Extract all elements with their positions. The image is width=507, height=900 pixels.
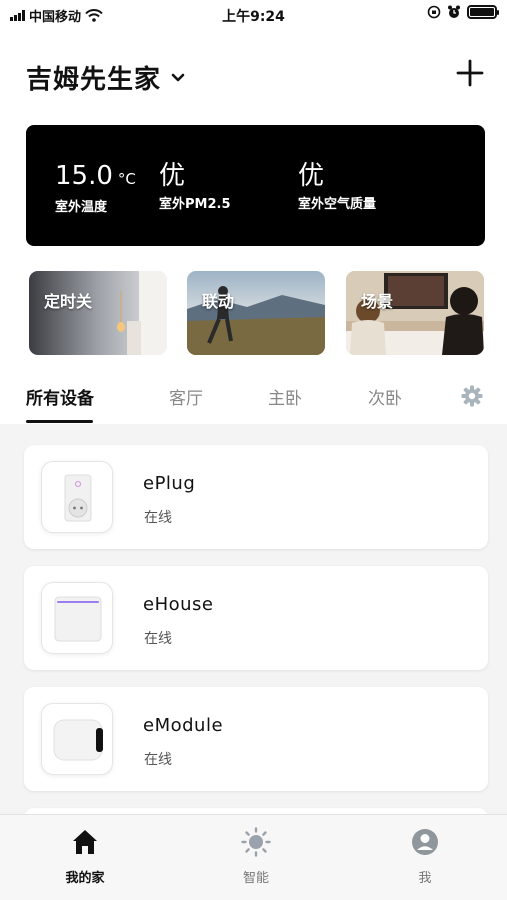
air-quality-label: 室外空气质量 — [298, 197, 377, 212]
device-name: ePlug — [143, 473, 196, 494]
status-right — [427, 5, 499, 19]
tab-me[interactable]: 我 — [380, 827, 470, 886]
add-button[interactable] — [455, 58, 485, 88]
feature-cards: 定时关 联动 场景 — [29, 271, 484, 355]
module-icon — [41, 703, 113, 775]
temperature-label: 室外温度 — [55, 200, 108, 215]
tab-living-room[interactable]: 客厅 — [169, 384, 203, 409]
alarm-icon — [448, 5, 460, 18]
home-name: 吉姆先生家 — [26, 65, 162, 95]
linkage-card-image — [187, 271, 325, 355]
card-scene[interactable]: 场景 — [346, 271, 484, 355]
status-bar: 中国移动 上午9:24 — [0, 0, 507, 28]
temperature-unit: °C — [117, 170, 136, 188]
pm25-label: 室外PM2.5 — [159, 197, 231, 212]
tab-master-bedroom[interactable]: 主卧 — [268, 384, 302, 409]
card-timer[interactable]: 定时关 — [29, 271, 167, 355]
device-status: 在线 — [144, 631, 172, 647]
battery-icon — [467, 5, 499, 19]
tab-underline — [26, 420, 93, 423]
card-timer-label: 定时关 — [44, 292, 93, 311]
scene-card-image — [346, 271, 484, 355]
smart-plug-icon — [41, 461, 113, 533]
pm25-value: 优 — [159, 161, 186, 191]
device-name: eModule — [143, 715, 224, 736]
tab-me-label: 我 — [418, 871, 432, 886]
device-name: eHouse — [143, 594, 214, 615]
pm25-item: 优 室外PM2.5 — [159, 161, 231, 212]
timer-card-image — [29, 271, 167, 355]
temperature-value: 15.0 — [55, 161, 113, 191]
bottom-tab-bar: 我的家 智能 我 — [0, 814, 507, 900]
air-quality-value: 优 — [298, 161, 325, 191]
device-card-ehouse[interactable]: eHouse 在线 — [24, 566, 488, 670]
card-scene-label: 场景 — [361, 292, 394, 311]
gear-icon[interactable] — [460, 384, 484, 408]
header: 吉姆先生家 — [26, 56, 485, 96]
temperature-item: 15.0 °C 室外温度 — [55, 161, 136, 215]
orientation-lock-icon — [427, 5, 441, 19]
device-status: 在线 — [144, 752, 172, 768]
home-icon — [73, 830, 97, 854]
tab-my-home-label: 我的家 — [65, 871, 105, 886]
device-status: 在线 — [144, 510, 172, 526]
tab-my-home[interactable]: 我的家 — [40, 827, 130, 886]
weather-panel: 15.0 °C 室外温度 优 室外PM2.5 优 室外空气质量 — [26, 125, 485, 246]
tab-all-devices[interactable]: 所有设备 — [26, 384, 94, 409]
tab-smart[interactable]: 智能 — [211, 827, 301, 886]
card-linkage[interactable]: 联动 — [187, 271, 325, 355]
sun-icon — [241, 827, 271, 857]
wall-switch-icon — [41, 582, 113, 654]
air-quality-item: 优 室外空气质量 — [298, 161, 376, 212]
tab-smart-label: 智能 — [242, 871, 269, 886]
card-linkage-label: 联动 — [202, 292, 235, 311]
home-selector[interactable]: 吉姆先生家 — [26, 59, 185, 96]
user-icon — [412, 829, 438, 855]
chevron-down-icon — [171, 73, 185, 81]
device-card-emodule[interactable]: eModule 在线 — [24, 687, 488, 791]
tab-second-bedroom[interactable]: 次卧 — [368, 384, 402, 409]
room-tabs: 所有设备 客厅 主卧 次卧 — [26, 380, 486, 424]
device-card-eplug[interactable]: ePlug 在线 — [24, 445, 488, 549]
